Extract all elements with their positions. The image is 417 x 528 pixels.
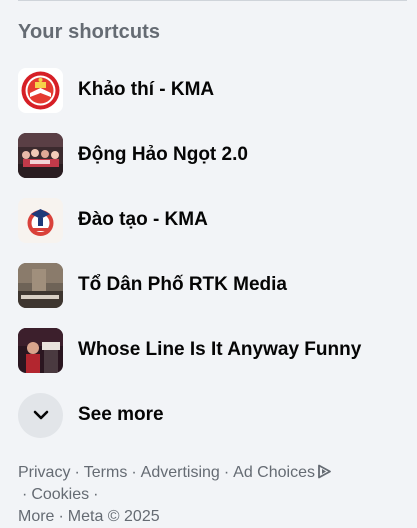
kma-training-icon (18, 197, 63, 243)
kma-seal-icon (18, 67, 63, 113)
terms-link[interactable]: Terms (84, 464, 128, 481)
whose-line-icon (18, 327, 63, 373)
footer-separator: · (131, 464, 137, 481)
copyright-text: Meta © 2025 (67, 508, 160, 525)
ad-choices-label: Ad Choices (233, 464, 315, 481)
shortcut-label: Tổ Dân Phố RTK Media (78, 274, 287, 295)
top-divider (18, 0, 407, 1)
ad-choices-link[interactable]: Ad Choices (233, 464, 332, 481)
chevron-down-icon (33, 410, 48, 420)
see-more-circle (18, 392, 63, 438)
shortcut-item-dao-tao-kma[interactable]: Đào tạo - KMA (18, 196, 398, 244)
see-more-label: See more (78, 404, 164, 425)
see-more-button[interactable]: See more (18, 391, 398, 439)
shortcut-item-whose-line[interactable]: Whose Line Is It Anyway Funny (18, 326, 398, 374)
adchoices-icon (318, 464, 331, 479)
footer-separator: · (93, 486, 99, 503)
shortcut-item-dong-hao-ngot[interactable]: Động Hảo Ngọt 2.0 (18, 131, 398, 179)
advertising-link[interactable]: Advertising (141, 464, 220, 481)
shortcut-item-rtk-media[interactable]: Tổ Dân Phố RTK Media (18, 261, 398, 309)
footer-links: Privacy · Terms · Advertising · Ad Choices· Coo… (18, 462, 413, 528)
footer-separator: · (58, 508, 64, 525)
shortcut-label: Khảo thí - KMA (78, 79, 215, 100)
more-link[interactable]: More (18, 508, 54, 525)
shortcut-label: Whose Line Is It Anyway Funny (78, 339, 362, 360)
shortcut-item-khao-thi-kma[interactable]: Khảo thí - KMA (18, 66, 398, 114)
footer-separator: · (22, 486, 28, 503)
shortcut-label: Đào tạo - KMA (78, 209, 208, 230)
cookies-link[interactable]: Cookies (31, 486, 89, 503)
footer-separator: · (223, 464, 230, 481)
group-photo-icon (18, 132, 63, 178)
privacy-link[interactable]: Privacy (18, 464, 70, 481)
footer-separator: · (74, 464, 80, 481)
rtk-media-icon (18, 262, 63, 308)
shortcuts-heading: Your shortcuts (18, 21, 161, 43)
shortcut-label: Động Hảo Ngọt 2.0 (78, 144, 248, 165)
